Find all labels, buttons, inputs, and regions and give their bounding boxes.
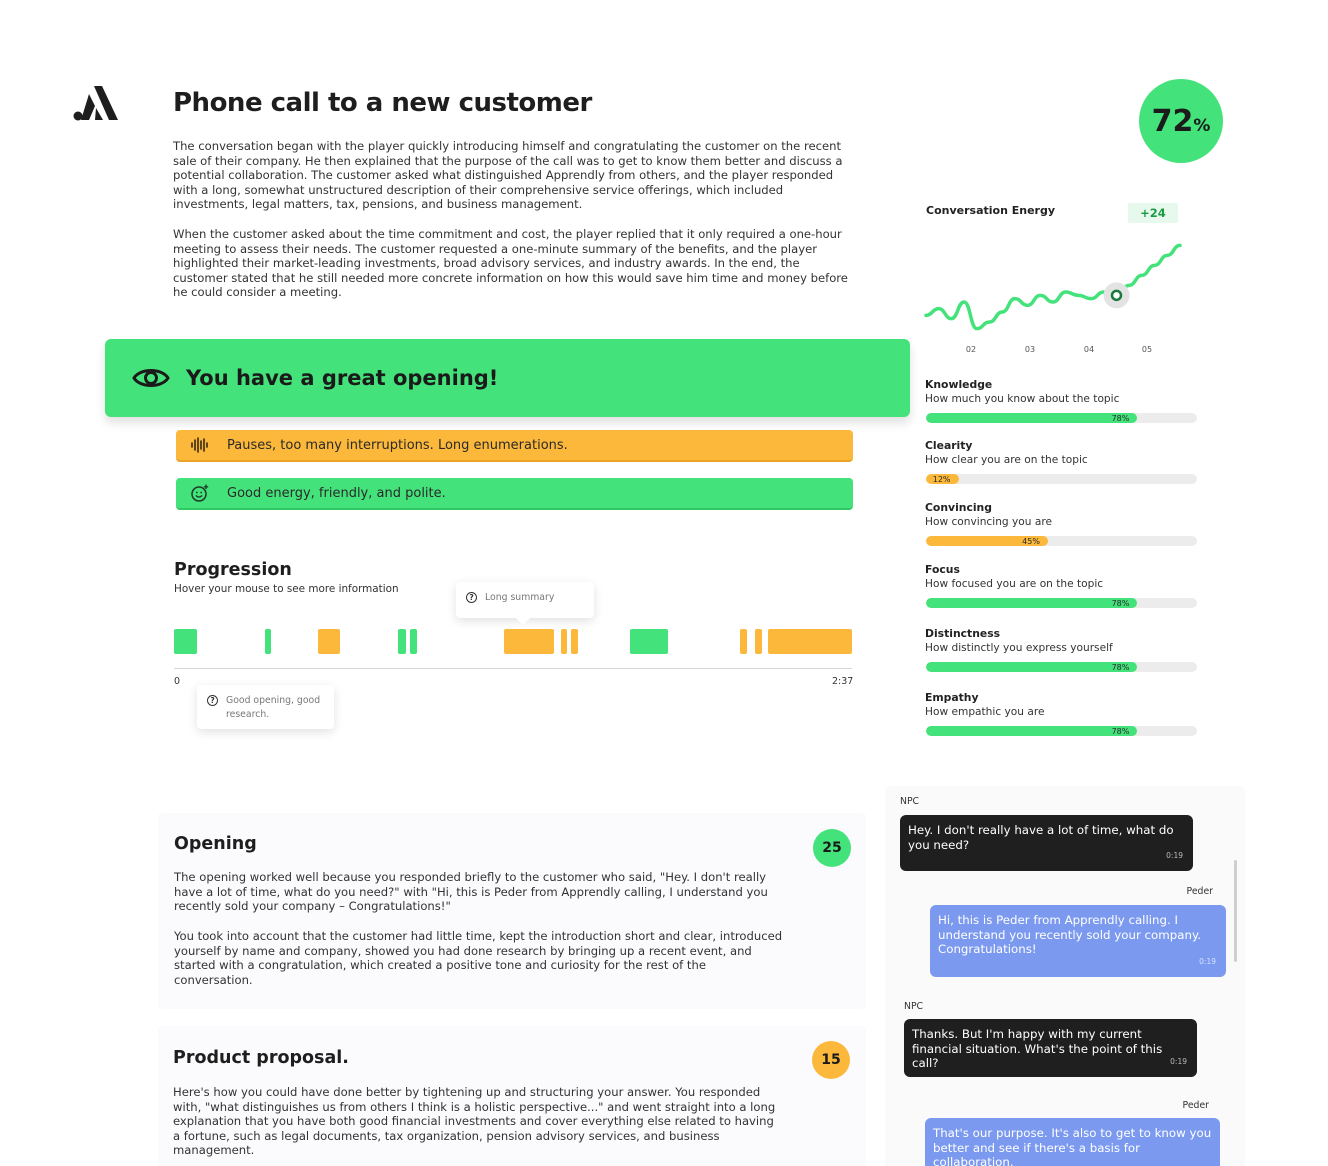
chat-message-npc: Hey. I don't really have a lot of time, … — [900, 815, 1193, 871]
overall-score-badge: 72 % — [1139, 79, 1223, 163]
metric-bar-track: 12% — [926, 474, 1197, 484]
card-score-badge: 25 — [813, 829, 851, 867]
banner-title: You have a great opening! — [186, 366, 499, 390]
energy-tick-label: 02 — [966, 345, 976, 354]
progression-segment-good[interactable] — [397, 629, 406, 654]
progression-segment-warn[interactable] — [571, 629, 579, 654]
metric-description: How distinctly you express yourself — [925, 642, 1113, 654]
chat-transcript[interactable]: NPC Hey. I don't really have a lot of ti… — [885, 786, 1245, 1166]
progression-segment-warn[interactable] — [503, 629, 555, 654]
help-icon: ? — [466, 592, 477, 603]
card-title: Product proposal. — [173, 1048, 349, 1068]
energy-series-line — [924, 243, 1182, 331]
card-paragraph: You took into account that the customer … — [174, 929, 783, 987]
metric-bar-fill: 12% — [926, 474, 959, 484]
help-icon: ? — [207, 695, 218, 706]
metric-bar-track: 78% — [926, 662, 1197, 672]
metric-title: Empathy — [925, 691, 979, 704]
apprendly-logo — [73, 86, 118, 121]
chat-message-text: Hey. I don't really have a lot of time, … — [908, 823, 1174, 852]
chat-message-text: That's our purpose. It's also to get to … — [933, 1126, 1212, 1166]
progression-segment-warn[interactable] — [317, 629, 341, 654]
page-title: Phone call to a new customer — [173, 88, 592, 118]
chat-message-time: 0:19 — [1166, 851, 1183, 861]
progression-segment-warn[interactable] — [740, 629, 747, 654]
metric-bar-track: 78% — [926, 598, 1197, 608]
metric-description: How focused you are on the topic — [925, 578, 1104, 590]
energy-marker[interactable] — [1110, 289, 1123, 302]
chat-message-time: 0:19 — [1170, 1057, 1187, 1067]
progression-title: Progression — [174, 560, 292, 580]
progression-segment-good[interactable] — [174, 629, 198, 654]
opening-card: Opening 25 The opening worked well becau… — [158, 813, 866, 1009]
card-paragraph: The opening worked well because you resp… — [174, 870, 768, 914]
positive-feedback-text: Good energy, friendly, and polite. — [227, 485, 446, 501]
progression-segment-warn[interactable] — [561, 629, 568, 654]
feedback-banner: You have a great opening! — [105, 339, 910, 417]
warning-feedback-text: Pauses, too many interruptions. Long enu… — [227, 437, 568, 453]
energy-tick-label: 05 — [1142, 345, 1152, 354]
metric-title: Convincing — [925, 501, 992, 514]
metric-description: How much you know about the topic — [925, 393, 1120, 405]
card-title: Opening — [174, 834, 257, 854]
tooltip-text: Long summary — [485, 592, 555, 603]
tooltip-text: Good opening, good research. — [226, 695, 321, 720]
chat-message-npc: Thanks. But I'm happy with my current fi… — [904, 1019, 1197, 1077]
progression-segment-good[interactable] — [630, 629, 668, 654]
energy-tick-label: 04 — [1084, 345, 1094, 354]
metric-title: Distinctness — [925, 627, 1001, 640]
progression-segment-warn[interactable] — [767, 629, 852, 654]
progression-end-time: 2:37 — [832, 676, 854, 687]
metric-bar-track: 78% — [926, 726, 1197, 736]
energy-chart-title: Conversation Energy — [926, 204, 1056, 217]
metric-bar-track: 78% — [926, 413, 1197, 423]
progression-segment-warn[interactable] — [755, 629, 763, 654]
chat-speaker-label: NPC — [904, 1001, 924, 1012]
card-score-badge: 15 — [812, 1041, 850, 1079]
product-proposal-card: Product proposal. 15 Here's how you coul… — [158, 1026, 866, 1166]
metric-bar-fill: 78% — [926, 413, 1138, 423]
audio-wave-icon — [189, 436, 211, 454]
chat-scrollbar[interactable] — [1234, 860, 1237, 962]
positive-feedback: Good energy, friendly, and polite. — [176, 478, 853, 510]
chat-message-text: Hi, this is Peder from Apprendly calling… — [938, 913, 1201, 957]
progression-subtitle: Hover your mouse to see more information — [174, 583, 399, 595]
progression-segment-good[interactable] — [409, 629, 418, 654]
progression-start-time: 0 — [174, 676, 181, 687]
chat-speaker-label: Peder — [1186, 886, 1213, 897]
energy-delta-badge: +24 — [1128, 203, 1178, 223]
energy-x-axis: 02 03 04 05 — [966, 345, 1152, 354]
chat-message-time: 0:19 — [1199, 957, 1216, 967]
metric-bar-track: 45% — [926, 536, 1197, 546]
progression-segment-good[interactable] — [264, 629, 271, 654]
tooltip-long-summary: ? Long summary — [456, 582, 594, 618]
chat-message-player: That's our purpose. It's also to get to … — [925, 1118, 1220, 1166]
chat-message-player: Hi, this is Peder from Apprendly calling… — [930, 905, 1226, 977]
metric-bar-fill: 78% — [926, 726, 1138, 736]
summary-paragraph: The conversation began with the player q… — [173, 139, 843, 212]
metric-title: Clearity — [925, 439, 973, 452]
chat-message-text: Thanks. But I'm happy with my current fi… — [912, 1027, 1163, 1071]
metric-description: How clear you are on the topic — [925, 454, 1088, 466]
chat-speaker-label: Peder — [1182, 1100, 1209, 1111]
eye-icon — [132, 369, 170, 387]
progression-axis — [174, 668, 852, 669]
metric-title: Focus — [925, 563, 960, 576]
metric-bar-fill: 78% — [926, 662, 1138, 672]
score-unit: % — [1193, 115, 1211, 136]
metric-bar-fill: 45% — [926, 536, 1048, 546]
smile-plus-icon — [189, 484, 211, 502]
energy-line-chart: 02 03 04 05 — [924, 243, 1182, 354]
energy-tick-label: 03 — [1025, 345, 1035, 354]
tooltip-good-opening: ? Good opening, good research. — [197, 685, 334, 729]
metric-bar-fill: 78% — [926, 598, 1138, 608]
metric-title: Knowledge — [925, 378, 993, 391]
card-paragraph: Here's how you could have done better by… — [173, 1085, 776, 1158]
metric-description: How convincing you are — [925, 516, 1052, 528]
summary-paragraph: When the customer asked about the time c… — [173, 227, 848, 300]
chat-speaker-label: NPC — [900, 796, 920, 807]
warning-feedback: Pauses, too many interruptions. Long enu… — [176, 430, 853, 462]
metric-description: How empathic you are — [925, 706, 1045, 718]
score-value: 72 — [1151, 103, 1194, 139]
